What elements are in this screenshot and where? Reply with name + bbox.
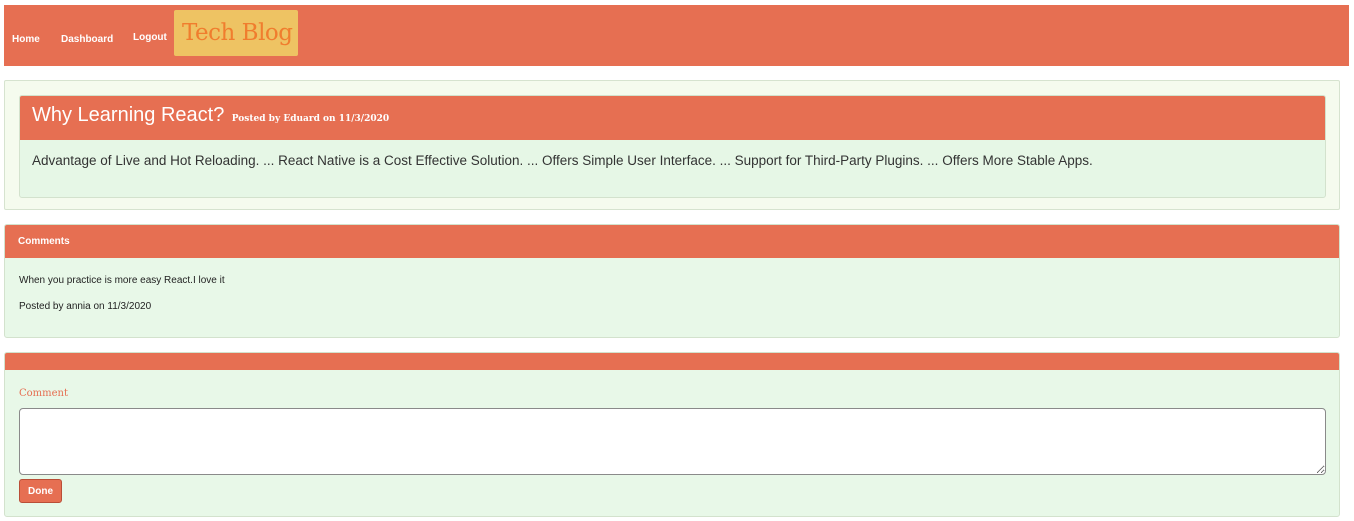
comment-form-header — [5, 353, 1339, 370]
top-navbar: Home Dashboard Logout Tech Blog — [4, 5, 1349, 66]
post-card: Why Learning React? Posted by Eduard on … — [19, 95, 1326, 198]
post-body: Advantage of Live and Hot Reloading. ...… — [32, 153, 1093, 168]
done-button[interactable]: Done — [19, 479, 62, 503]
comments-heading: Comments — [5, 225, 1339, 258]
comment-text: When you practice is more easy React.I l… — [19, 275, 225, 286]
post-title: Why Learning React? — [32, 104, 225, 126]
comment-meta: Posted by annia on 11/3/2020 — [19, 301, 152, 312]
post-meta: Posted by Eduard on 11/3/2020 — [231, 114, 390, 124]
comment-label: Comment — [19, 388, 69, 399]
comment-form-panel: Comment Done — [4, 352, 1340, 517]
nav-dashboard-link[interactable]: Dashboard — [61, 34, 113, 45]
post-container: Why Learning React? Posted by Eduard on … — [4, 80, 1340, 210]
nav-home-link[interactable]: Home — [12, 34, 40, 45]
nav-logout-link[interactable]: Logout — [133, 32, 167, 43]
comments-panel: Comments When you practice is more easy … — [4, 224, 1340, 338]
site-brand[interactable]: Tech Blog — [174, 10, 298, 56]
comment-textarea[interactable] — [19, 408, 1326, 475]
post-header: Why Learning React? Posted by Eduard on … — [20, 96, 1325, 140]
